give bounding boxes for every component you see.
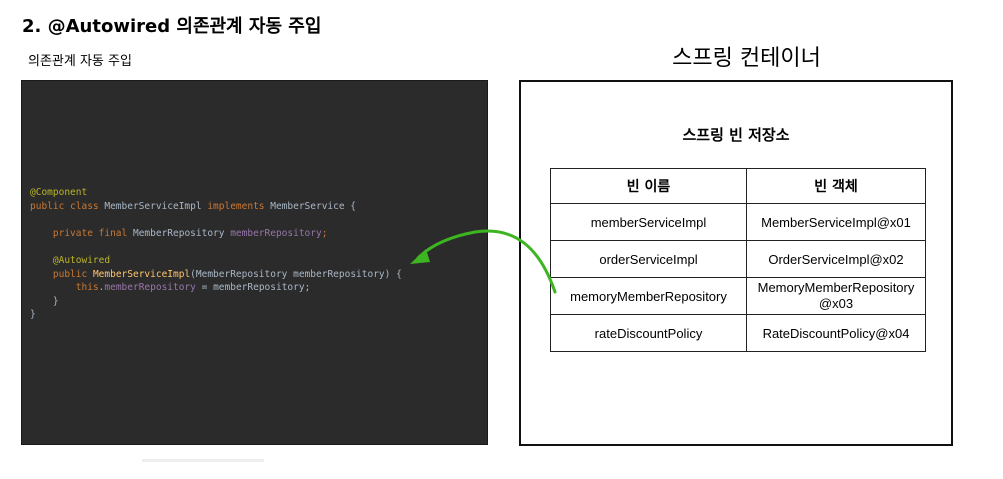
table-header-row: 빈 이름 빈 객체: [550, 168, 926, 204]
code-semicolon: ;: [321, 227, 328, 239]
bean-name-cell: rateDiscountPolicy: [550, 314, 747, 352]
spring-container-caption: 스프링 컨테이너: [672, 46, 821, 71]
table-row: memoryMemberRepository MemoryMemberRepos…: [550, 277, 926, 315]
bean-name-cell: memberServiceImpl: [550, 203, 747, 241]
header-bean-object: 빈 객체: [746, 168, 926, 204]
code-annotation-autowired: @Autowired: [52, 254, 111, 266]
code-type: MemberRepository: [132, 227, 231, 239]
code-brace: }: [30, 309, 36, 321]
scroll-indicator: [142, 459, 264, 462]
code-keyword: public class: [30, 200, 105, 212]
code-assignment: = memberRepository;: [195, 282, 311, 294]
code-keyword: public: [52, 268, 93, 280]
table-row: orderServiceImpl OrderServiceImpl@x02: [550, 240, 926, 278]
bean-object-cell: OrderServiceImpl@x02: [746, 240, 926, 278]
bean-table: 빈 이름 빈 객체 memberServiceImpl MemberServic…: [550, 168, 926, 352]
bean-object-cell: MemoryMemberRepository @x03: [746, 277, 926, 315]
code-block: @Component public class MemberServiceImp…: [30, 186, 402, 322]
bean-store-title: 스프링 빈 저장소: [682, 126, 790, 144]
code-field: memberRepository: [104, 282, 196, 294]
code-brace: }: [52, 295, 59, 307]
code-params: (MemberRepository memberRepository) {: [190, 268, 402, 280]
bean-name-cell: orderServiceImpl: [550, 240, 747, 278]
code-keyword: implements: [207, 200, 271, 212]
code-field: memberRepository: [230, 227, 322, 239]
bean-object-cell: RateDiscountPolicy@x04: [746, 314, 926, 352]
table-row: memberServiceImpl MemberServiceImpl@x01: [550, 203, 926, 241]
bean-object-cell: MemberServiceImpl@x01: [746, 203, 926, 241]
code-keyword: private final: [52, 227, 133, 239]
header-bean-name: 빈 이름: [550, 168, 747, 204]
table-row: rateDiscountPolicy RateDiscountPolicy@x0…: [550, 314, 926, 352]
spring-container-box: 스프링 빈 저장소 빈 이름 빈 객체 memberServiceImpl Me…: [519, 80, 953, 446]
slide-title: 2. @Autowired 의존관계 자동 주입: [22, 16, 322, 37]
bean-name-cell: memoryMemberRepository: [550, 277, 747, 315]
code-class-name: MemberServiceImpl: [104, 200, 208, 212]
code-keyword: this: [75, 282, 99, 294]
code-constructor: MemberServiceImpl: [92, 268, 191, 280]
code-interface: MemberService {: [270, 200, 357, 212]
code-annotation-component: @Component: [30, 187, 88, 198]
code-editor-panel: @Component public class MemberServiceImp…: [21, 80, 488, 445]
